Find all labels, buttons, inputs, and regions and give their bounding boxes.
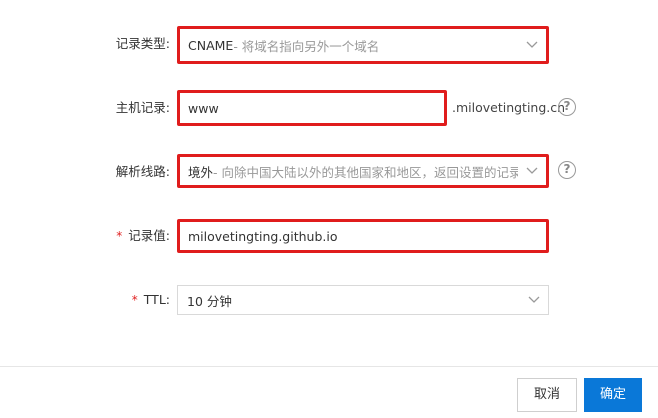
host-record-label: 主机记录: (115, 100, 170, 115)
help-icon[interactable]: ? (558, 98, 576, 116)
record-value-text: milovetingting.github.io (188, 228, 338, 244)
record-value-input[interactable]: milovetingting.github.io (177, 219, 549, 253)
record-value-label: * 记录值: (116, 228, 170, 243)
chevron-down-icon (526, 167, 538, 174)
host-record-value: www (188, 100, 219, 116)
help-icon[interactable]: ? (558, 161, 576, 179)
record-type-label: 记录类型: (115, 36, 170, 51)
chevron-down-icon (528, 296, 540, 303)
chevron-down-icon (526, 41, 538, 48)
footer-divider (0, 366, 658, 367)
ttl-label: * TTL: (131, 292, 170, 307)
record-type-row: 记录类型: CNAME - 将域名指向另外一个域名 (0, 24, 658, 64)
domain-suffix: .milovetingting.cn (452, 100, 566, 115)
ttl-value: 10 分钟 (187, 293, 232, 309)
record-type-hint: - 将域名指向另外一个域名 (233, 38, 380, 54)
confirm-button[interactable]: 确定 (584, 378, 642, 412)
record-value-row: * 记录值: milovetingting.github.io (0, 216, 658, 256)
resolution-line-label: 解析线路: (115, 164, 170, 179)
resolution-line-hint: - 向除中国大陆以外的其他国家和地区，返回设置的记录值 (213, 164, 518, 180)
required-mark: * (131, 293, 138, 307)
required-mark: * (116, 229, 123, 243)
host-record-row: 主机记录: www .milovetingting.cn ? (0, 88, 658, 128)
ttl-select[interactable]: 10 分钟 (177, 285, 549, 315)
record-type-value: CNAME (188, 37, 234, 53)
ttl-row: * TTL: 10 分钟 (0, 280, 658, 320)
resolution-line-value: 境外 (188, 164, 214, 180)
record-type-select[interactable]: CNAME - 将域名指向另外一个域名 (177, 26, 549, 64)
resolution-line-row: 解析线路: 境外 - 向除中国大陆以外的其他国家和地区，返回设置的记录值 ? (0, 152, 658, 192)
resolution-line-select[interactable]: 境外 - 向除中国大陆以外的其他国家和地区，返回设置的记录值 (177, 154, 549, 188)
host-record-input[interactable]: www (177, 90, 447, 126)
cancel-button[interactable]: 取消 (517, 378, 577, 412)
